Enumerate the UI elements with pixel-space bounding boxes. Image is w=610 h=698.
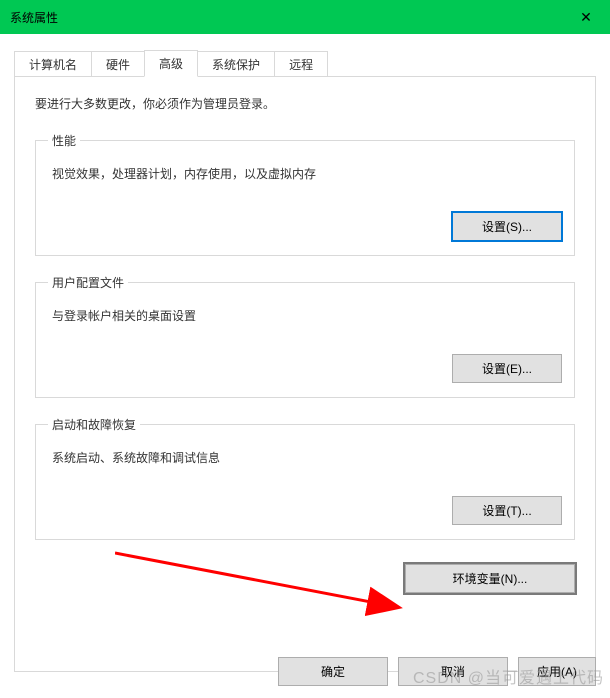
performance-settings-button[interactable]: 设置(S)... [452, 212, 562, 241]
window-title: 系统属性 [10, 9, 58, 26]
tab-strip: 计算机名 硬件 高级 系统保护 远程 [14, 50, 610, 76]
user-profiles-section: 用户配置文件 与登录帐户相关的桌面设置 设置(E)... [35, 274, 575, 398]
close-button[interactable]: ✕ [562, 0, 610, 34]
tab-advanced[interactable]: 高级 [144, 50, 198, 77]
tab-remote[interactable]: 远程 [274, 51, 328, 77]
user-profiles-legend: 用户配置文件 [48, 274, 128, 291]
user-profiles-settings-button[interactable]: 设置(E)... [452, 354, 562, 383]
tab-hardware[interactable]: 硬件 [91, 51, 145, 77]
tab-system-protection[interactable]: 系统保护 [197, 51, 275, 77]
performance-legend: 性能 [48, 132, 80, 149]
ok-button[interactable]: 确定 [278, 657, 388, 686]
startup-recovery-section: 启动和故障恢复 系统启动、系统故障和调试信息 设置(T)... [35, 416, 575, 540]
user-profiles-desc: 与登录帐户相关的桌面设置 [52, 307, 562, 324]
titlebar: 系统属性 ✕ [0, 0, 610, 34]
startup-recovery-legend: 启动和故障恢复 [48, 416, 140, 433]
performance-desc: 视觉效果，处理器计划，内存使用，以及虚拟内存 [52, 165, 562, 182]
intro-text: 要进行大多数更改，你必须作为管理员登录。 [35, 95, 575, 112]
startup-recovery-settings-button[interactable]: 设置(T)... [452, 496, 562, 525]
advanced-panel: 要进行大多数更改，你必须作为管理员登录。 性能 视觉效果，处理器计划，内存使用，… [14, 76, 596, 672]
cancel-button[interactable]: 取消 [398, 657, 508, 686]
dialog-footer: 确定 取消 应用(A) [278, 657, 596, 686]
startup-recovery-desc: 系统启动、系统故障和调试信息 [52, 449, 562, 466]
apply-button[interactable]: 应用(A) [518, 657, 596, 686]
performance-section: 性能 视觉效果，处理器计划，内存使用，以及虚拟内存 设置(S)... [35, 132, 575, 256]
tab-computer-name[interactable]: 计算机名 [14, 51, 92, 77]
close-icon: ✕ [580, 9, 592, 26]
environment-variables-button[interactable]: 环境变量(N)... [405, 564, 575, 593]
